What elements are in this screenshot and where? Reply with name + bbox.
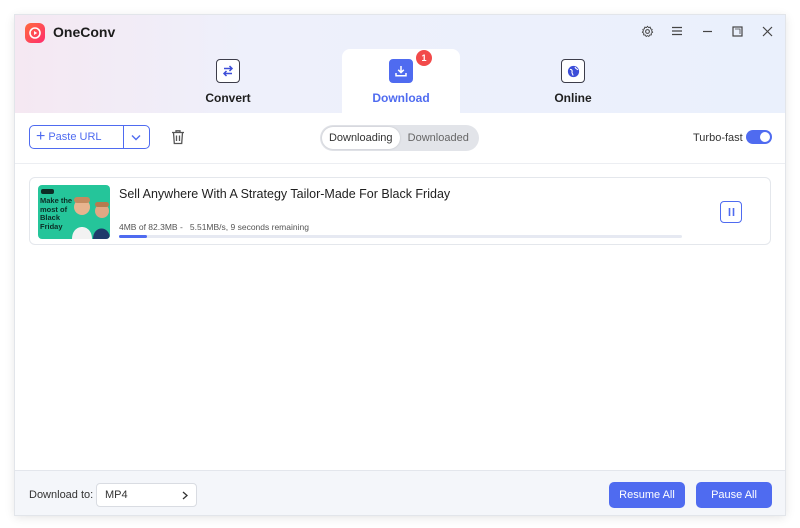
pause-all-button[interactable]: Pause All (696, 482, 772, 508)
window-controls (639, 23, 775, 39)
paste-url-button-group: + Paste URL (29, 125, 150, 149)
download-count-badge: 1 (416, 50, 432, 66)
download-title: Sell Anywhere With A Strategy Tailor-Mad… (119, 187, 451, 201)
download-list-item: Make the most of Black Friday Sell Anywh… (29, 177, 771, 245)
chevron-down-icon (131, 134, 141, 140)
convert-arrows-icon (216, 59, 240, 83)
paste-url-label: Paste URL (48, 131, 102, 143)
download-progress-meta: 4MB of 82.3MB - 5.51MB/s, 9 seconds rema… (119, 222, 309, 232)
download-speed-text: 5.51MB/s, 9 seconds remaining (189, 222, 309, 232)
menu-icon[interactable] (669, 23, 685, 39)
turbo-fast-toggle[interactable] (746, 130, 772, 144)
app-logo-icon (25, 23, 45, 43)
globe-icon (561, 59, 585, 83)
output-format-value: MP4 (105, 489, 128, 501)
minimize-icon[interactable] (699, 23, 715, 39)
tab-download[interactable]: Download 1 (342, 49, 460, 113)
video-thumbnail: Make the most of Black Friday (38, 185, 110, 239)
download-progress-bar (119, 235, 682, 238)
download-size-text: 4MB of 82.3MB - (119, 222, 183, 232)
paste-url-dropdown-button[interactable] (122, 126, 149, 148)
main-tabs: Convert Download 1 Online (15, 49, 785, 113)
toggle-knob (760, 132, 770, 142)
pause-icon (728, 208, 734, 216)
segment-downloaded[interactable]: Downloaded (400, 127, 478, 149)
pause-download-button[interactable] (720, 201, 742, 223)
tab-convert[interactable]: Convert (169, 49, 287, 113)
paste-url-button[interactable]: + Paste URL (30, 126, 123, 148)
download-to-label: Download to: (29, 489, 94, 501)
tab-label: Online (554, 91, 592, 105)
turbo-fast-label: Turbo-fast (693, 132, 743, 144)
title-bar: OneConv Convert Download 1 Online (15, 15, 785, 113)
delete-trash-icon[interactable] (169, 128, 187, 146)
app-window: OneConv Convert Download 1 Online + Past… (15, 15, 785, 515)
settings-gear-icon[interactable] (639, 23, 655, 39)
download-status-segmented: Downloading Downloaded (320, 125, 479, 151)
download-progress-fill (119, 235, 148, 238)
footer-bar: Download to: MP4 Resume All Pause All (15, 470, 785, 515)
tab-label: Download (372, 91, 430, 105)
tab-label: Convert (205, 91, 251, 105)
maximize-icon[interactable] (729, 23, 745, 39)
download-panel: + Paste URL Downloading Downloaded Turbo… (15, 113, 785, 470)
download-tray-icon (389, 59, 413, 83)
segment-downloading[interactable]: Downloading (322, 127, 400, 149)
tab-online[interactable]: Online (514, 49, 632, 113)
chevron-right-icon (182, 491, 188, 499)
resume-all-button[interactable]: Resume All (609, 482, 685, 508)
output-format-select[interactable]: MP4 (96, 483, 197, 507)
close-icon[interactable] (759, 23, 775, 39)
plus-icon: + (36, 128, 46, 145)
download-toolbar: + Paste URL Downloading Downloaded Turbo… (15, 113, 785, 164)
app-title: OneConv (53, 24, 116, 40)
